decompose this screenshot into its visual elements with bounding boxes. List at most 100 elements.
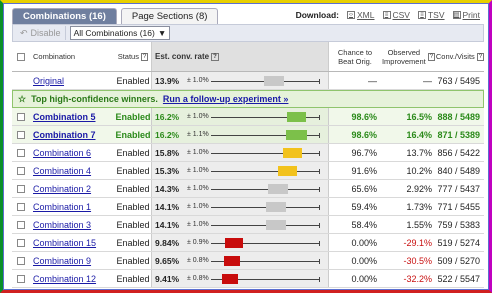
row-checkbox[interactable] xyxy=(17,112,25,121)
bar-axis xyxy=(211,188,319,190)
conv-cell: 856 / 5422 xyxy=(437,147,480,158)
bar-tick xyxy=(319,150,320,156)
rate-range-bar xyxy=(211,183,323,195)
print-link[interactable]: ▤ Print xyxy=(452,10,480,20)
header-rate-label: Est. conv. rate xyxy=(155,52,210,61)
rate-interval: ± 1.0% xyxy=(187,185,209,192)
improvement-cell: 10.2% xyxy=(406,165,432,176)
header-status-label: Status xyxy=(117,52,139,61)
winners-banner: ☆ Top high-confidence winners. Run a follo… xyxy=(12,90,484,108)
row-checkbox[interactable] xyxy=(17,148,25,157)
header-status[interactable]: Status? xyxy=(115,42,151,71)
row-checkbox[interactable] xyxy=(17,256,25,265)
row-checkbox[interactable] xyxy=(17,202,25,211)
combination-link[interactable]: Combination 9 xyxy=(33,256,91,266)
download-csv-link[interactable]: ≡ CSV xyxy=(382,10,410,20)
row-checkbox[interactable] xyxy=(17,184,25,193)
combination-link[interactable]: Combination 12 xyxy=(33,274,96,284)
tab-combinations[interactable]: Combinations (16) xyxy=(12,8,117,24)
chance-cell: 0.00% xyxy=(351,237,377,248)
improvement-cell: 1.55% xyxy=(406,219,432,230)
row-checkbox[interactable] xyxy=(17,238,25,247)
rate-cell: 16.2% ± 1.1% xyxy=(151,126,329,143)
bar-tick xyxy=(319,240,320,246)
rate-interval: ± 1.0% xyxy=(187,149,209,156)
status-cell: Enabled xyxy=(115,129,151,140)
help-icon[interactable]: ? xyxy=(427,52,436,61)
header-rate[interactable]: Est. conv. rate? xyxy=(151,42,329,71)
download-tsv-label: TSV xyxy=(427,10,445,20)
conv-cell: 759 / 5383 xyxy=(437,219,480,230)
rate-range-bar xyxy=(211,147,323,159)
disable-button[interactable]: ↶ Disable xyxy=(16,26,66,40)
row-select-cell xyxy=(12,234,30,251)
status-cell: Enabled xyxy=(116,183,150,194)
header-improvement-label: Observed Improvement xyxy=(381,47,426,66)
combination-link[interactable]: Combination 7 xyxy=(33,130,96,140)
rate-cell: 14.1% ± 1.0% xyxy=(151,216,329,233)
combination-link[interactable]: Combination 4 xyxy=(33,166,91,176)
rate-cell: 9.41% ± 0.8% xyxy=(151,270,329,287)
combination-cell: Combination 6 xyxy=(30,144,115,161)
row-select-cell xyxy=(12,162,30,179)
status-cell: Enabled xyxy=(116,273,150,284)
rate-interval: ± 1.1% xyxy=(187,131,209,138)
chance-cell: 59.4% xyxy=(351,201,377,212)
rate-value: 16.2% xyxy=(155,111,180,122)
bar-tick xyxy=(319,222,320,228)
rate-interval: ± 1.0% xyxy=(187,167,209,174)
download-xml-link[interactable]: ‹› XML xyxy=(347,10,375,20)
rate-interval: ± 1.0% xyxy=(187,203,209,210)
row-checkbox[interactable] xyxy=(17,130,25,139)
rate-value: 14.1% xyxy=(155,201,180,212)
header-chance[interactable]: Chance to Beat Orig. xyxy=(329,42,381,71)
status-cell: Enabled xyxy=(116,219,150,230)
row-checkbox[interactable] xyxy=(17,166,25,175)
bar-tick xyxy=(319,78,320,84)
confidence-interval-bar xyxy=(277,165,298,176)
combination-link[interactable]: Combination 3 xyxy=(33,220,91,230)
follow-up-experiment-link[interactable]: Run a follow-up experiment » xyxy=(163,94,289,104)
row-checkbox[interactable] xyxy=(17,274,25,283)
row-checkbox[interactable] xyxy=(17,220,25,229)
rate-cell: 15.8% ± 1.0% xyxy=(151,144,329,161)
table-row: Combination 9 Enabled 9.65% ± 0.8% 0.00% -30.… xyxy=(12,252,484,270)
improvement-cell: 16.5% xyxy=(406,111,432,122)
status-cell: Enabled xyxy=(115,111,151,122)
combination-link[interactable]: Combination 6 xyxy=(33,148,91,158)
select-all-checkbox[interactable] xyxy=(17,52,25,61)
chevron-down-icon: ▼ xyxy=(157,28,167,38)
confidence-interval-bar xyxy=(265,201,286,212)
print-label: Print xyxy=(462,10,480,20)
rate-value: 15.8% xyxy=(155,147,180,158)
rate-value: 14.1% xyxy=(155,219,180,230)
rate-interval: ± 0.8% xyxy=(187,275,209,282)
help-icon[interactable]: ? xyxy=(140,52,149,61)
combination-link[interactable]: Combination 2 xyxy=(33,184,91,194)
csv-icon: ≡ xyxy=(382,11,391,19)
conv-cell: 522 / 5547 xyxy=(437,273,480,284)
disable-label: Disable xyxy=(30,28,61,38)
combination-link[interactable]: Combination 15 xyxy=(33,238,96,248)
header-conv[interactable]: Conv./Visits? xyxy=(436,42,484,71)
help-icon[interactable]: ? xyxy=(476,52,484,61)
combination-cell: Combination 2 xyxy=(30,180,115,197)
combination-link[interactable]: Original xyxy=(33,76,64,86)
chance-cell: — xyxy=(368,75,377,86)
table-row: Combination 15 Enabled 9.84% ± 0.9% 0.00% -29… xyxy=(12,234,484,252)
bar-tick xyxy=(319,186,320,192)
tab-bar: Combinations (16) Page Sections (8) xyxy=(12,8,219,24)
header-improvement[interactable]: Observed Improvement? xyxy=(381,42,436,71)
help-icon[interactable]: ? xyxy=(211,52,219,61)
rate-value: 9.84% xyxy=(155,237,180,248)
rate-interval: ± 1.0% xyxy=(187,221,209,228)
print-icon: ▤ xyxy=(452,11,461,19)
header-combination[interactable]: Combination xyxy=(30,42,115,71)
combination-link[interactable]: Combination 5 xyxy=(33,112,96,122)
download-tsv-link[interactable]: ≡ TSV xyxy=(417,10,445,20)
conv-cell: 763 / 5495 xyxy=(437,75,480,86)
combination-filter-select[interactable]: All Combinations (16) ▼ xyxy=(69,26,171,40)
tab-page-sections[interactable]: Page Sections (8) xyxy=(120,8,219,24)
rate-range-bar xyxy=(211,165,323,177)
combination-link[interactable]: Combination 1 xyxy=(33,202,91,212)
